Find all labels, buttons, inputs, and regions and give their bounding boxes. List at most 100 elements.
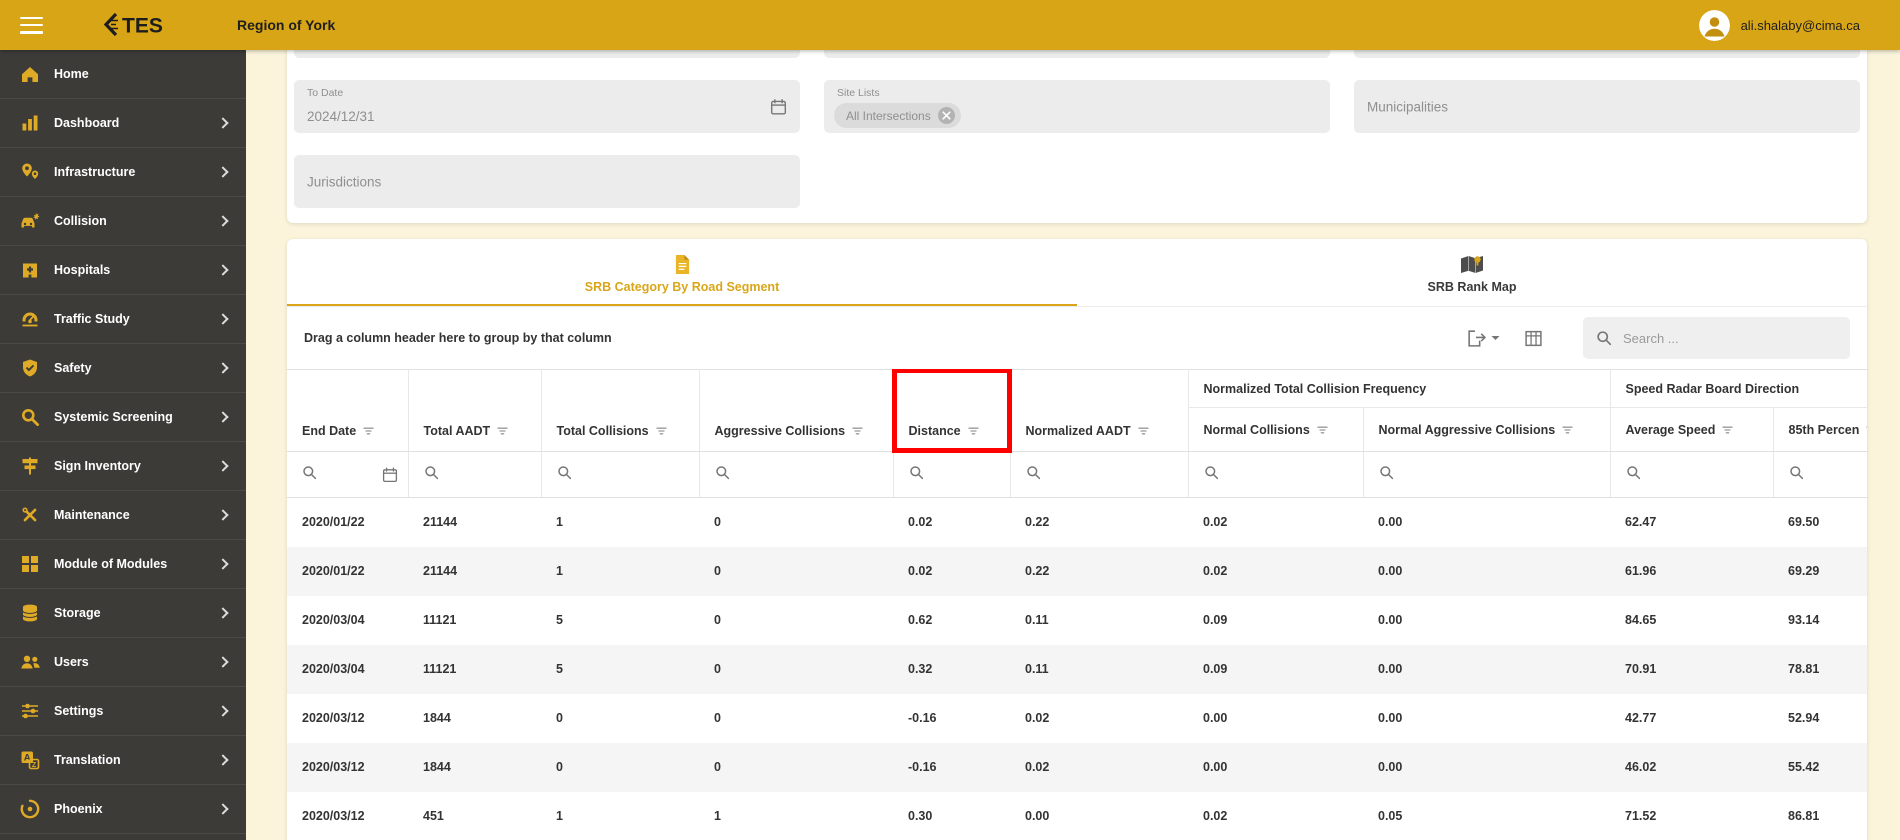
page-title: Region of York (237, 17, 336, 33)
remove-chip-icon[interactable] (937, 107, 955, 124)
traffic-study-icon (20, 309, 41, 329)
table-row[interactable]: 2020/03/04 11121 5 0 0.62 0.11 0.09 0.00 84.65 93… (287, 596, 1867, 645)
column-group-normalized-total-collision-frequency: Normalized Total Collision Frequency (1188, 369, 1611, 408)
column-header-end-date[interactable]: End Date (287, 369, 409, 452)
table-row[interactable]: 2020/03/04 11121 5 0 0.32 0.11 0.09 0.00 70.91 78… (287, 644, 1867, 694)
user-avatar-icon[interactable] (1698, 9, 1730, 41)
filter-cell-85th-percen[interactable] (1773, 451, 1867, 498)
filter-cell-average-speed[interactable] (1610, 451, 1774, 498)
filter-icon[interactable] (497, 426, 508, 436)
filter-field-stub[interactable] (294, 50, 800, 58)
filter-icon[interactable] (1866, 425, 1867, 435)
table-row[interactable]: 2020/03/12 1844 0 0 -0.16 0.02 0.00 0.00 46.02 55… (287, 742, 1867, 792)
column-chooser-button[interactable] (1524, 329, 1543, 348)
filter-cell-normal-collisions[interactable] (1188, 451, 1364, 498)
to-date-value: 2024/12/31 (307, 109, 375, 124)
sidebar-item-module-of-modules[interactable]: Module of Modules (0, 540, 246, 589)
sidebar-item-hospitals[interactable]: Hospitals (0, 246, 246, 295)
table-cell: 2020/03/04 (302, 662, 365, 676)
table-cell: 0.00 (1203, 711, 1228, 725)
table-cell: 2020/03/12 (302, 760, 365, 774)
column-header-normal-collisions[interactable]: Normal Collisions (1188, 407, 1364, 452)
sidebar-item-storage[interactable]: Storage (0, 589, 246, 638)
sidebar-item-safety[interactable]: Safety (0, 344, 246, 393)
table-row[interactable]: 2020/01/22 21144 1 0 0.02 0.22 0.02 0.00 62.47 69… (287, 498, 1867, 547)
table-cell: 0.02 (1203, 564, 1228, 578)
chevron-right-icon (217, 607, 229, 619)
sidebar-item-phoenix[interactable]: Phoenix (0, 785, 246, 834)
table-row[interactable]: 2020/01/22 21144 1 0 0.02 0.22 0.02 0.00 61.96 69… (287, 546, 1867, 596)
jurisdictions-field[interactable]: Jurisdictions (294, 155, 800, 208)
table-cell: 0.00 (1025, 809, 1050, 823)
table-row[interactable]: 2020/03/12 1844 0 0 -0.16 0.02 0.00 0.00 42.77 52… (287, 694, 1867, 743)
export-button[interactable] (1466, 329, 1500, 348)
column-header-aggressive-collisions[interactable]: Aggressive Collisions (699, 369, 894, 452)
svg-text:TES: TES (122, 15, 163, 38)
table-row[interactable]: 2020/03/12 451 1 1 0.30 0.00 0.02 0.05 71.52 86.8… (287, 792, 1867, 840)
filter-icon[interactable] (967, 426, 979, 436)
filter-icon[interactable] (1317, 425, 1328, 435)
filter-cell-total-collisions[interactable] (541, 451, 700, 498)
calendar-icon[interactable] (382, 467, 398, 483)
chip-label: All Intersections (846, 108, 931, 123)
municipalities-field[interactable]: Municipalities (1354, 80, 1860, 133)
search-icon (1596, 330, 1612, 346)
to-date-field[interactable]: To Date 2024/12/31 (294, 80, 800, 133)
municipalities-placeholder: Municipalities (1367, 99, 1449, 114)
filter-cell-end-date[interactable] (287, 451, 409, 498)
column-header-total-aadt[interactable]: Total AADT (408, 369, 542, 452)
sidebar-item-home[interactable]: Home (0, 50, 246, 99)
search-input[interactable] (1623, 317, 1838, 359)
sidebar-item-maintenance[interactable]: Maintenance (0, 491, 246, 540)
filter-icon[interactable] (363, 426, 374, 436)
column-header-normal-aggressive-collisions[interactable]: Normal Aggressive Collisions (1363, 407, 1611, 452)
table-cell: 1 (714, 809, 721, 823)
sidebar-item-users[interactable]: Users (0, 638, 246, 687)
search-icon (302, 465, 317, 484)
dashboard-icon (20, 113, 41, 133)
tab-srb-category-by-road-segment[interactable]: SRB Category By Road Segment (287, 239, 1077, 306)
filter-icon[interactable] (852, 426, 863, 436)
filter-cell-normalized-aadt[interactable] (1010, 451, 1189, 498)
sidebar-item-traffic-study[interactable]: Traffic Study (0, 295, 246, 344)
calendar-icon[interactable] (770, 98, 787, 115)
filter-cell-aggressive-collisions[interactable] (699, 451, 894, 498)
table-cell: 0 (714, 613, 721, 627)
sidebar-item-settings[interactable]: Settings (0, 687, 246, 736)
column-header-normalized-aadt[interactable]: Normalized AADT (1010, 369, 1189, 452)
site-lists-field[interactable]: Site Lists All Intersections (824, 80, 1330, 133)
sidebar-item-infrastructure[interactable]: Infrastructure (0, 148, 246, 197)
sidebar-item-collision[interactable]: Collision (0, 197, 246, 246)
filter-field-stub[interactable] (1354, 50, 1860, 58)
sign-inventory-icon (20, 456, 41, 476)
column-header-distance[interactable]: Distance (891, 369, 1012, 453)
hamburger-icon[interactable] (20, 16, 43, 34)
filter-cell-normal-aggressive-collisions[interactable] (1363, 451, 1611, 498)
filter-cell-total-aadt[interactable] (408, 451, 542, 498)
filter-icon[interactable] (655, 426, 667, 436)
column-header-85th-percen[interactable]: 85th Percen (1773, 407, 1867, 452)
filters-card: To Date 2024/12/31 Site Lists All Inters… (287, 50, 1867, 223)
tab-srb-rank-map[interactable]: SRB Rank Map (1077, 239, 1867, 306)
table-cell: 0 (714, 711, 721, 725)
filter-icon[interactable] (1137, 426, 1149, 436)
table-cell: 0.11 (1025, 613, 1049, 627)
sidebar-item-systemic-screening[interactable]: Systemic Screening (0, 393, 246, 442)
filter-field-stub[interactable] (824, 50, 1330, 58)
filter-icon[interactable] (1562, 425, 1573, 435)
sidebar-item-translation[interactable]: A Z Translation (0, 736, 246, 785)
column-header-total-collisions[interactable]: Total Collisions (541, 369, 700, 452)
table-cell: 69.50 (1788, 515, 1820, 530)
column-header-average-speed[interactable]: Average Speed (1610, 407, 1774, 452)
sidebar-item-sign-inventory[interactable]: Sign Inventory (0, 442, 246, 491)
sidebar-item-dashboard[interactable]: Dashboard (0, 99, 246, 148)
filter-icon[interactable] (1722, 425, 1734, 435)
sidebar-item-label: Module of Modules (54, 557, 168, 571)
filter-cell-distance[interactable] (893, 451, 1011, 498)
sidebar-item-label: Safety (54, 361, 92, 375)
user-email: ali.shalaby@cima.ca (1740, 17, 1860, 33)
systemic-screening-icon (20, 407, 41, 427)
site-list-chip[interactable]: All Intersections (834, 103, 961, 128)
table-cell: 55.42 (1788, 760, 1820, 774)
chevron-right-icon (217, 362, 229, 374)
